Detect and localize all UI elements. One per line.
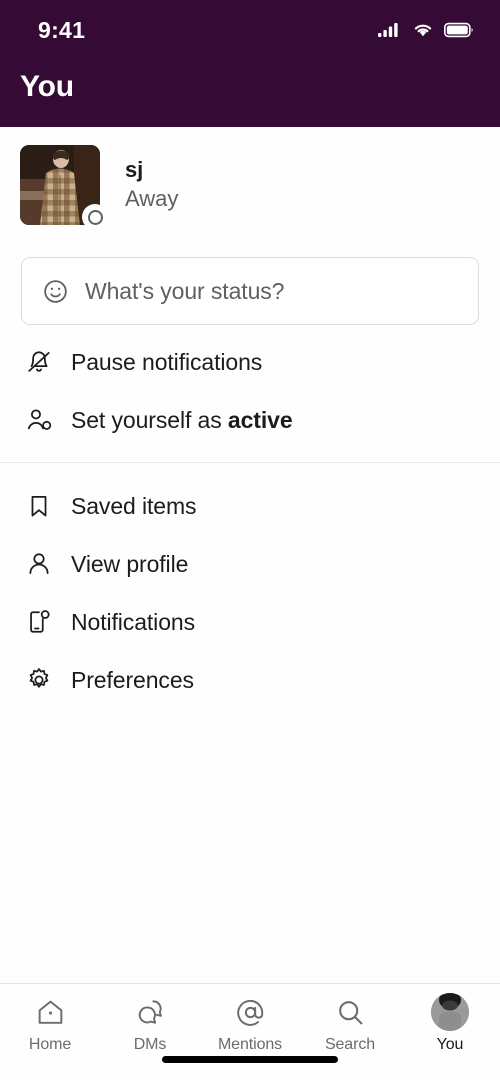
- menu-item-label-emphasis: active: [227, 406, 293, 433]
- menu-item-notifications[interactable]: Notifications: [0, 593, 500, 651]
- cellular-signal-icon: [378, 22, 402, 38]
- menu-item-label: Pause notifications: [71, 348, 263, 375]
- tab-label: Mentions: [217, 1036, 283, 1053]
- bookmark-icon: [22, 492, 56, 520]
- menu-item-set-yourself-active[interactable]: Set yourself as active: [0, 391, 500, 449]
- menu-item-preferences[interactable]: Preferences: [0, 651, 500, 709]
- status-input-placeholder: What's your status?: [85, 277, 285, 304]
- menu-item-label: View profile: [71, 550, 189, 577]
- menu-item-label: Set yourself as active: [71, 407, 293, 434]
- emoji-smiley-icon: [42, 278, 69, 305]
- profile-presence-label: Away: [125, 186, 179, 212]
- status-bar-time: 9:41: [38, 16, 86, 43]
- magnifier-icon: [335, 995, 366, 1029]
- menu-group-account: Saved items View profile Notifications P…: [0, 469, 500, 709]
- menu-divider: [0, 462, 500, 463]
- person-icon: [22, 550, 56, 578]
- menu-item-label: Saved items: [71, 492, 197, 519]
- speech-bubbles-icon: [135, 995, 166, 1029]
- status-bar-icons: [378, 22, 474, 38]
- wifi-icon: [412, 22, 434, 38]
- tab-label: Search: [324, 1036, 376, 1053]
- gear-icon: [22, 666, 56, 694]
- avatar[interactable]: [20, 145, 108, 230]
- tab-label: DMs: [133, 1036, 167, 1053]
- person-status-icon: [22, 406, 56, 434]
- menu-item-view-profile[interactable]: View profile: [0, 535, 500, 593]
- mobile-alert-icon: [22, 608, 56, 636]
- profile-row[interactable]: sj Away: [0, 127, 500, 239]
- tab-mentions[interactable]: Mentions: [200, 995, 300, 1054]
- tab-home[interactable]: Home: [0, 995, 100, 1054]
- bottom-tab-bar: Home DMs Mentions Search You: [0, 983, 500, 1080]
- menu-item-label-text: Set yourself as: [71, 406, 228, 433]
- tab-search[interactable]: Search: [300, 995, 400, 1054]
- home-icon: [35, 995, 66, 1029]
- menu-item-saved-items[interactable]: Saved items: [0, 477, 500, 535]
- main-content: sj Away What's your status? Pause notifi…: [0, 127, 500, 983]
- profile-display-name: sj: [125, 156, 144, 182]
- tab-label: You: [436, 1036, 464, 1053]
- bell-slash-icon: [22, 348, 56, 376]
- status-input[interactable]: What's your status?: [21, 257, 479, 325]
- page-title: You: [20, 70, 74, 103]
- at-sign-icon: [235, 995, 266, 1029]
- tab-dms[interactable]: DMs: [100, 995, 200, 1054]
- menu-group-presence: Pause notifications Set yourself as acti…: [0, 325, 500, 449]
- away-circle-icon: [82, 204, 108, 230]
- menu-item-label: Notifications: [71, 608, 195, 635]
- tab-you[interactable]: You: [400, 993, 500, 1054]
- home-indicator: [162, 1056, 338, 1063]
- status-bar: 9:41: [0, 0, 500, 60]
- menu-item-label: Preferences: [71, 666, 194, 693]
- app-header: 9:41 You: [0, 0, 500, 127]
- battery-icon: [444, 22, 474, 38]
- app-screen: 9:41 You sj Away What's your status? Pau…: [0, 0, 500, 1080]
- profile-text: sj Away: [125, 156, 178, 214]
- tab-label: Home: [28, 1036, 72, 1053]
- avatar-icon: [431, 993, 469, 1031]
- menu-item-pause-notifications[interactable]: Pause notifications: [0, 333, 500, 391]
